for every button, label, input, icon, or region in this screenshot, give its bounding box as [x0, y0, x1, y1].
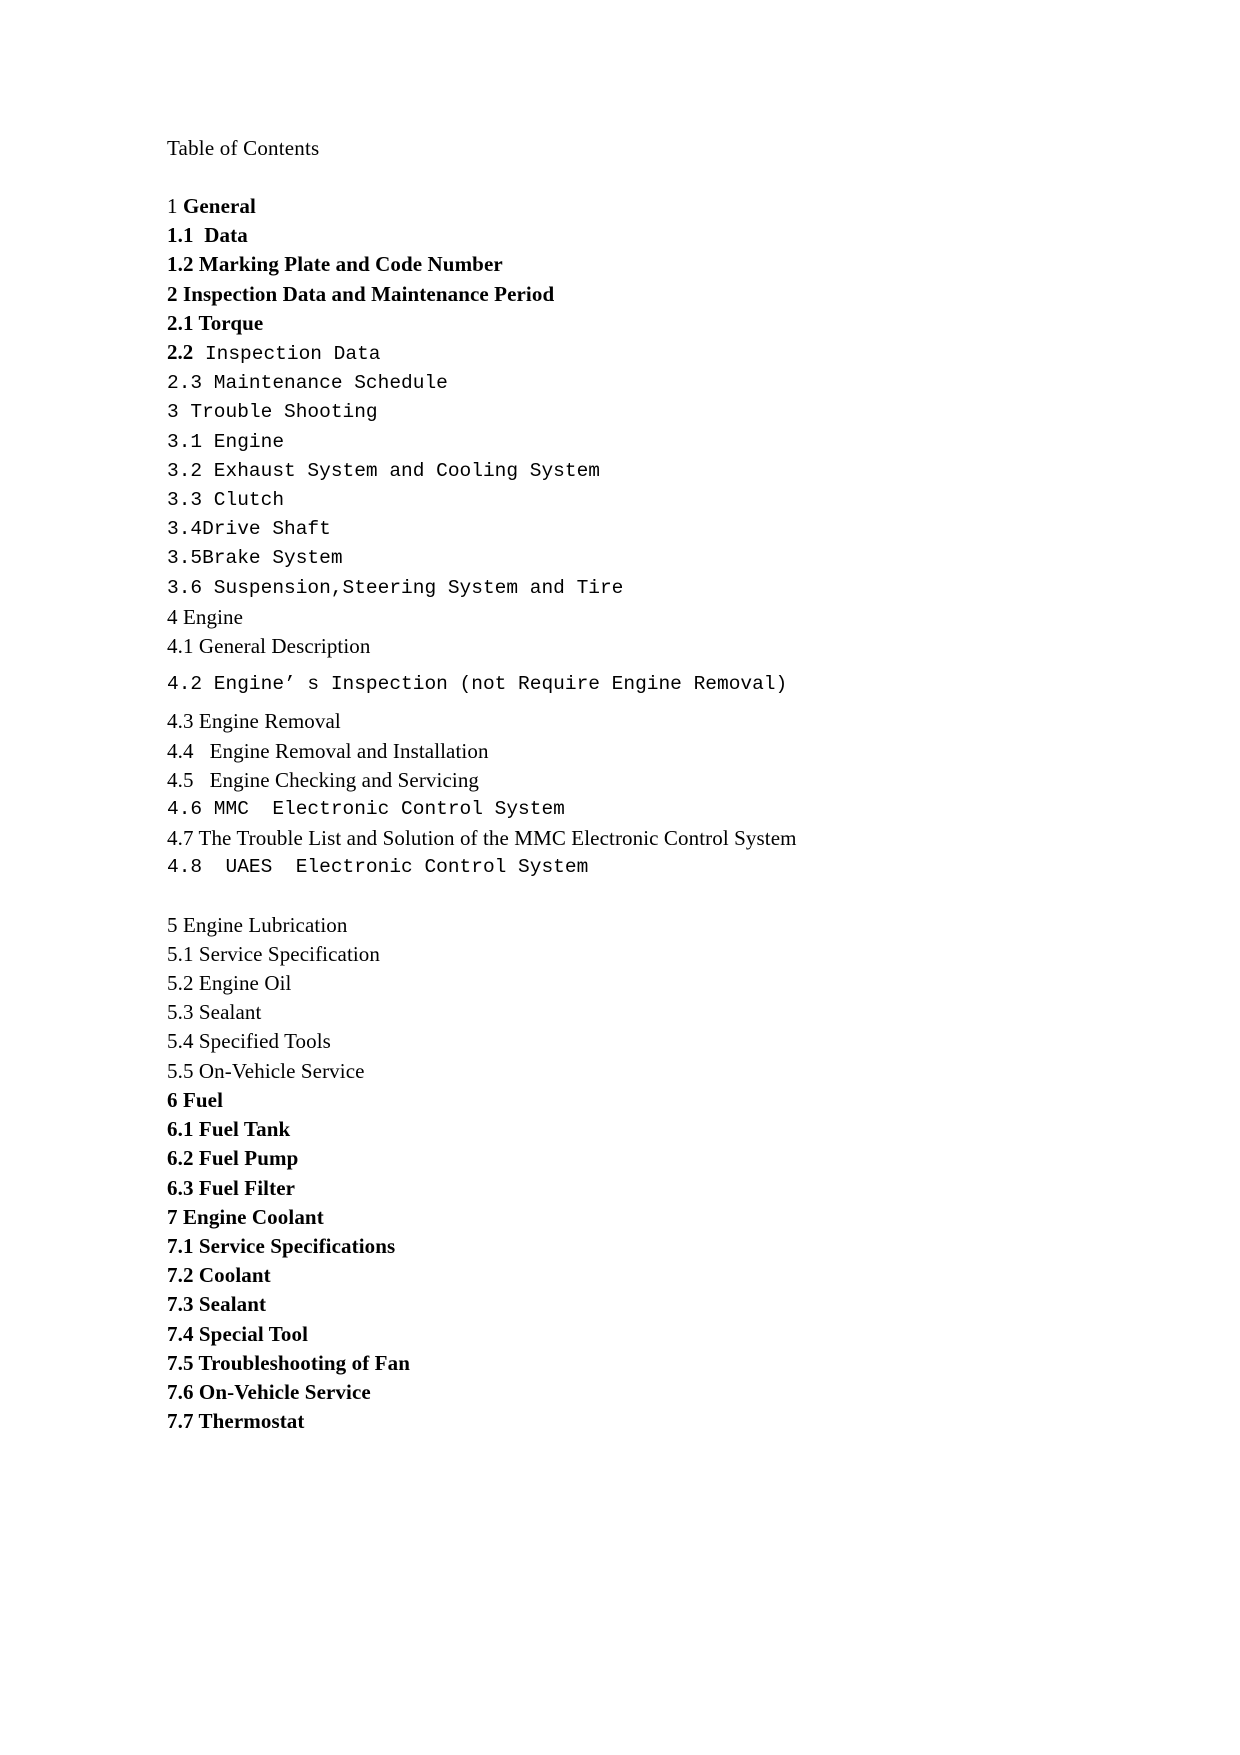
toc-entry-2[interactable]: 2 Inspection Data and Maintenance Period	[167, 280, 1107, 309]
toc-entry-4.4[interactable]: 4.4 Engine Removal and Installation	[167, 737, 1107, 766]
toc-entry-5.5[interactable]: 5.5 On-Vehicle Service	[167, 1057, 1107, 1086]
toc-entry-3.3[interactable]: 3.3 Clutch	[167, 486, 1107, 515]
toc-entry-2.2[interactable]: 2.2 Inspection Data	[167, 338, 1107, 369]
toc-entry-label: Inspection Data	[193, 343, 381, 366]
toc-entry-4[interactable]: 4 Engine	[167, 603, 1107, 632]
toc-entry-3.2[interactable]: 3.2 Exhaust System and Cooling System	[167, 457, 1107, 486]
toc-entry-number: 2.2	[167, 340, 194, 365]
toc-entry-4.3[interactable]: 4.3 Engine Removal	[167, 707, 1107, 736]
toc-entry-1.2[interactable]: 1.2 Marking Plate and Code Number	[167, 250, 1107, 279]
toc-entry-7.3[interactable]: 7.3 Sealant	[167, 1290, 1107, 1319]
toc-entry-3.4[interactable]: 3.4Drive Shaft	[167, 515, 1107, 544]
toc-entry-6.2[interactable]: 6.2 Fuel Pump	[167, 1144, 1107, 1173]
toc-entry-4.2[interactable]: 4.2 Engine’ s Inspection (not Require En…	[167, 661, 1107, 707]
toc-entry-7.6[interactable]: 7.6 On-Vehicle Service	[167, 1378, 1107, 1407]
toc-entry-5.2[interactable]: 5.2 Engine Oil	[167, 969, 1107, 998]
toc-entry-4.5[interactable]: 4.5 Engine Checking and Servicing	[167, 766, 1107, 795]
toc-entry-7.1[interactable]: 7.1 Service Specifications	[167, 1232, 1107, 1261]
toc-entry-7.7[interactable]: 7.7 Thermostat	[167, 1407, 1107, 1436]
toc-entry-2.3[interactable]: 2.3 Maintenance Schedule	[167, 369, 1107, 398]
toc-entry-4.1[interactable]: 4.1 General Description	[167, 632, 1107, 661]
toc-entry-3.1[interactable]: 3.1 Engine	[167, 428, 1107, 457]
toc-content: Table of Contents 1 General 1.1 Data 1.2 M…	[167, 133, 1107, 1436]
toc-entry-4.7[interactable]: 4.7 The Trouble List and Solution of the…	[167, 824, 1107, 853]
document-page: Table of Contents 1 General 1.1 Data 1.2 M…	[0, 0, 1240, 1755]
toc-entry-7.5[interactable]: 7.5 Troubleshooting of Fan	[167, 1349, 1107, 1378]
toc-entry-label: General	[182, 194, 256, 218]
toc-entry-6.3[interactable]: 6.3 Fuel Filter	[167, 1174, 1107, 1203]
toc-entry-3.6[interactable]: 3.6 Suspension,Steering System and Tire	[167, 574, 1107, 603]
toc-entry-7.2[interactable]: 7.2 Coolant	[167, 1261, 1107, 1290]
toc-entry-1[interactable]: 1 General	[167, 192, 1107, 221]
toc-entry-list: 1 General 1.1 Data 1.2 Marking Plate and C…	[167, 192, 1107, 1436]
toc-entry-4.8[interactable]: 4.8 UAES Electronic Control System	[167, 853, 1107, 882]
toc-entry-number: 1	[167, 194, 183, 218]
toc-entry-2.1[interactable]: 2.1 Torque	[167, 309, 1107, 338]
toc-entry-6[interactable]: 6 Fuel	[167, 1086, 1107, 1115]
toc-entry-4.6[interactable]: 4.6 MMC Electronic Control System	[167, 795, 1107, 824]
page-title: Table of Contents	[167, 136, 320, 160]
toc-entry-1.1[interactable]: 1.1 Data	[167, 221, 1107, 250]
toc-entry-5[interactable]: 5 Engine Lubrication	[167, 911, 1107, 940]
toc-entry-3[interactable]: 3 Trouble Shooting	[167, 398, 1107, 427]
toc-entry-5.4[interactable]: 5.4 Specified Tools	[167, 1027, 1107, 1056]
toc-entry-3.5[interactable]: 3.5Brake System	[167, 544, 1107, 573]
toc-entry-7.4[interactable]: 7.4 Special Tool	[167, 1320, 1107, 1349]
toc-entry-7[interactable]: 7 Engine Coolant	[167, 1203, 1107, 1232]
toc-entry-6.1[interactable]: 6.1 Fuel Tank	[167, 1115, 1107, 1144]
toc-entry-5.1[interactable]: 5.1 Service Specification	[167, 940, 1107, 969]
toc-entry-5.3[interactable]: 5.3 Sealant	[167, 998, 1107, 1027]
